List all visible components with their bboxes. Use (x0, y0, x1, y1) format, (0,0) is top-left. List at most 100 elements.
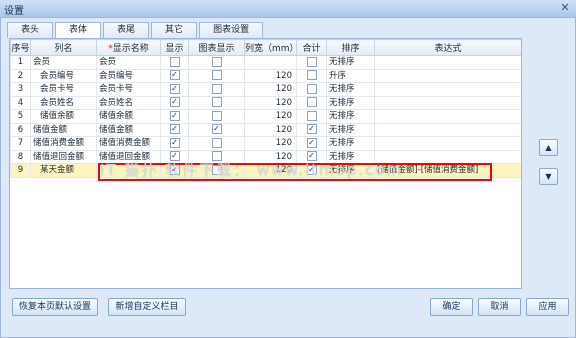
cell-expression[interactable] (374, 55, 521, 70)
move-up-button[interactable]: ▲ (539, 139, 558, 156)
cell-sort[interactable]: 无排序 (326, 122, 375, 137)
cell-show[interactable]: ✓ (160, 136, 189, 151)
checkbox[interactable] (306, 97, 317, 108)
cell-show[interactable]: ✓ (160, 122, 189, 137)
checkbox[interactable] (306, 83, 317, 94)
checkbox[interactable] (211, 137, 222, 148)
cell-display-name[interactable]: 储值消费金额 (96, 136, 161, 151)
cell-show[interactable]: ✓ (160, 95, 189, 110)
cell-display-name[interactable]: 会员编号 (96, 68, 161, 83)
cell-sum[interactable]: ✓ (296, 136, 327, 151)
cell-column-name[interactable]: 某天金额 (30, 163, 97, 178)
cell-sum[interactable] (296, 68, 327, 83)
checkbox[interactable]: ✓ (169, 124, 180, 135)
add-custom-column-button[interactable]: 新增自定义栏目 (108, 298, 186, 316)
checkbox[interactable]: ✓ (211, 124, 222, 135)
cancel-button[interactable]: 取消 (478, 298, 521, 316)
checkbox[interactable] (211, 97, 222, 108)
checkbox[interactable] (306, 110, 317, 121)
close-icon[interactable]: ✕ (558, 1, 572, 14)
checkbox[interactable] (211, 56, 222, 67)
cell-display-name[interactable]: 储值余额 (96, 109, 161, 124)
cell-sort[interactable]: 无排序 (326, 95, 375, 110)
cell-column-name[interactable]: 会员 (30, 55, 97, 70)
checkbox[interactable] (211, 83, 222, 94)
ok-button[interactable]: 确定 (430, 298, 473, 316)
cell-sort[interactable]: 无排序 (326, 55, 375, 70)
cell-sum[interactable]: ✓ (296, 122, 327, 137)
cell-width[interactable]: 120 (244, 95, 297, 110)
header-width[interactable]: 列宽（mm） (244, 39, 297, 56)
move-down-button[interactable]: ▼ (539, 168, 558, 185)
cell-column-name[interactable]: 会员姓名 (30, 95, 97, 110)
cell-chart-show[interactable] (188, 82, 245, 97)
cell-show[interactable] (160, 55, 189, 70)
cell-expression[interactable] (374, 109, 521, 124)
table-row[interactable]: 3 会员卡号 会员卡号 ✓ 120 无排序 (10, 82, 521, 97)
cell-sort[interactable]: 无排序 (326, 82, 375, 97)
tab-header[interactable]: 表头 (7, 22, 54, 38)
header-display-name[interactable]: *显示名称 (96, 39, 161, 56)
apply-button[interactable]: 应用 (526, 298, 569, 316)
cell-display-name[interactable]: 会员姓名 (96, 95, 161, 110)
cell-show[interactable]: ✓ (160, 68, 189, 83)
header-expression[interactable]: 表达式 (374, 39, 521, 56)
cell-expression[interactable] (374, 122, 521, 137)
cell-width[interactable]: 120 (244, 136, 297, 151)
checkbox[interactable]: ✓ (169, 83, 180, 94)
header-show[interactable]: 显示 (160, 39, 189, 56)
cell-display-name[interactable]: 会员卡号 (96, 82, 161, 97)
header-chart-show[interactable]: 图表显示 (188, 39, 245, 56)
checkbox[interactable]: ✓ (169, 137, 180, 148)
table-row[interactable]: 2 会员编号 会员编号 ✓ 120 升序 (10, 68, 521, 83)
checkbox[interactable] (306, 56, 317, 67)
tab-footer[interactable]: 表尾 (103, 22, 150, 38)
checkbox[interactable]: ✓ (169, 110, 180, 121)
cell-expression[interactable] (374, 136, 521, 151)
cell-sum[interactable] (296, 55, 327, 70)
tab-body[interactable]: 表体 (55, 22, 102, 39)
cell-column-name[interactable]: 储值消费金额 (30, 136, 97, 151)
cell-chart-show[interactable] (188, 109, 245, 124)
header-sum[interactable]: 合计 (296, 39, 327, 56)
checkbox[interactable]: ✓ (306, 137, 317, 148)
cell-sort[interactable]: 无排序 (326, 109, 375, 124)
cell-display-name[interactable]: 储值金额 (96, 122, 161, 137)
checkbox[interactable]: ✓ (169, 70, 180, 81)
checkbox[interactable] (211, 110, 222, 121)
table-row[interactable]: 4 会员姓名 会员姓名 ✓ 120 无排序 (10, 95, 521, 110)
checkbox[interactable]: ✓ (306, 124, 317, 135)
checkbox[interactable]: ✓ (169, 97, 180, 108)
cell-show[interactable]: ✓ (160, 109, 189, 124)
cell-sum[interactable] (296, 109, 327, 124)
cell-sort[interactable]: 无排序 (326, 136, 375, 151)
header-column-name[interactable]: 列名 (30, 39, 97, 56)
cell-column-name[interactable]: 储值金额 (30, 122, 97, 137)
cell-column-name[interactable]: 储值退回金额 (30, 149, 97, 164)
cell-chart-show[interactable] (188, 55, 245, 70)
cell-width[interactable]: 120 (244, 68, 297, 83)
table-row[interactable]: 1 会员 会员 无排序 (10, 55, 521, 70)
cell-width[interactable] (244, 55, 297, 70)
table-row[interactable]: 5 储值余额 储值余额 ✓ 120 无排序 (10, 109, 521, 124)
header-seq[interactable]: 序号 (10, 39, 31, 56)
cell-chart-show[interactable] (188, 68, 245, 83)
cell-expression[interactable] (374, 68, 521, 83)
cell-width[interactable]: 120 (244, 122, 297, 137)
cell-sum[interactable] (296, 95, 327, 110)
table-row[interactable]: 6 储值金额 储值金额 ✓ ✓ 120 ✓ 无排序 (10, 122, 521, 137)
tab-other[interactable]: 其它 (151, 22, 198, 38)
cell-width[interactable]: 120 (244, 82, 297, 97)
checkbox[interactable] (306, 70, 317, 81)
cell-expression[interactable] (374, 82, 521, 97)
checkbox[interactable] (169, 56, 180, 67)
table-row[interactable]: 7 储值消费金额 储值消费金额 ✓ 120 ✓ 无排序 (10, 136, 521, 151)
cell-column-name[interactable]: 会员卡号 (30, 82, 97, 97)
cell-show[interactable]: ✓ (160, 82, 189, 97)
cell-expression[interactable] (374, 95, 521, 110)
tab-chart-settings[interactable]: 图表设置 (199, 22, 264, 38)
cell-column-name[interactable]: 储值余额 (30, 109, 97, 124)
cell-sum[interactable] (296, 82, 327, 97)
cell-chart-show[interactable] (188, 136, 245, 151)
cell-chart-show[interactable] (188, 95, 245, 110)
